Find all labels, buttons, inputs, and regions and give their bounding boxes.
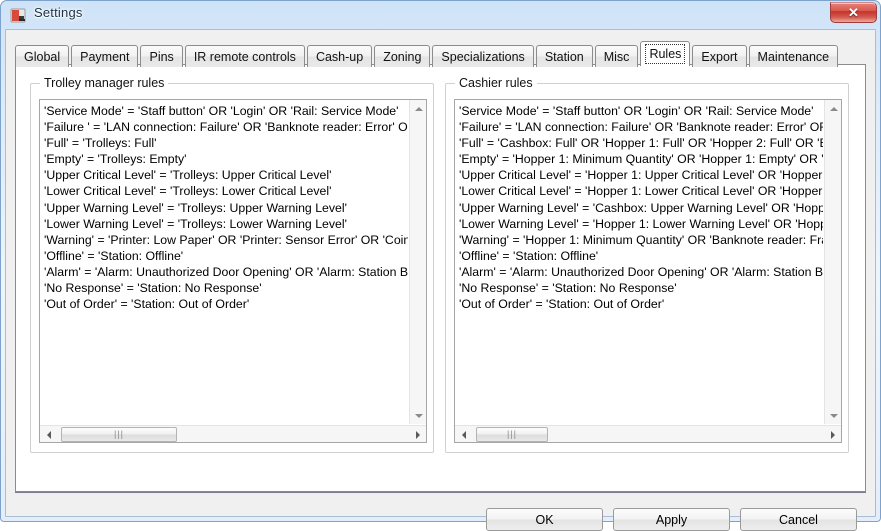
rule-line: 'Full' = 'Cashbox: Full' OR 'Hopper 1: F…: [459, 136, 823, 151]
close-icon: ✕: [848, 5, 859, 20]
tab-station[interactable]: Station: [535, 45, 593, 67]
scroll-up-arrow-icon[interactable]: [410, 100, 426, 117]
rule-line: 'Out of Order' = 'Station: Out of Order': [44, 297, 250, 312]
tab-specializations[interactable]: Specializations: [432, 45, 534, 67]
cancel-button[interactable]: Cancel: [740, 508, 857, 531]
ok-button-label: OK: [535, 512, 554, 527]
tab-ir-remote-controls[interactable]: IR remote controls: [184, 45, 305, 67]
scroll-right-arrow-icon[interactable]: [409, 426, 426, 442]
tab-global[interactable]: Global: [15, 45, 70, 67]
rule-line: 'Empty' = 'Hopper 1: Minimum Quantity' O…: [459, 152, 823, 167]
tab-export[interactable]: Export: [692, 45, 747, 67]
scroll-left-arrow-icon[interactable]: [455, 426, 472, 442]
app-icon: [10, 7, 27, 24]
group-title-trolley: Trolley manager rules: [40, 76, 169, 90]
tab-pins[interactable]: Pins: [140, 45, 183, 67]
tab-label: Global: [24, 49, 61, 64]
cancel-button-label: Cancel: [779, 512, 818, 527]
rule-line: 'Warning' = 'Hopper 1: Minimum Quantity'…: [459, 232, 823, 247]
rule-line: 'Lower Critical Level' = 'Trolleys: Lowe…: [44, 184, 332, 199]
tab-label: Payment: [80, 49, 130, 64]
scroll-thumb-grip: |||: [113, 429, 124, 439]
group-title-cashier: Cashier rules: [455, 76, 537, 90]
tab-rules[interactable]: Rules: [640, 41, 691, 66]
tab-label: Export: [701, 49, 738, 64]
scroll-left-arrow-icon[interactable]: [40, 426, 57, 442]
rule-line: 'Service Mode' = 'Staff button' OR 'Logi…: [459, 104, 814, 118]
tab-panel-rules: Trolley manager rules 'Service Mode' = '…: [15, 64, 866, 492]
scroll-up-arrow-icon[interactable]: [825, 100, 841, 117]
trolley-rules-textarea[interactable]: 'Service Mode' = 'Staff button' OR 'Logi…: [39, 99, 427, 443]
tab-label: IR remote controls: [193, 49, 296, 64]
rule-line: 'Upper Warning Level' = 'Cashbox: Upper …: [459, 200, 823, 215]
trolley-vertical-scrollbar[interactable]: [409, 100, 426, 424]
group-cashier-rules: Cashier rules 'Service Mode' = 'Staff bu…: [445, 76, 849, 453]
window-title: Settings: [34, 5, 83, 20]
tab-payment[interactable]: Payment: [71, 45, 139, 67]
trolley-rules-text: 'Service Mode' = 'Staff button' OR 'Logi…: [40, 100, 408, 424]
rule-line: 'Upper Critical Level' = 'Trolleys: Uppe…: [44, 168, 332, 183]
settings-window: Settings ✕ Global Payment Pins IR remote co…: [0, 0, 881, 531]
tab-label: Station: [544, 49, 584, 64]
rule-line: 'Offline' = 'Station: Offline': [44, 248, 184, 263]
tab-label: Cash-up: [315, 49, 364, 64]
trolley-hscroll-thumb[interactable]: |||: [61, 427, 177, 442]
trolley-horizontal-scrollbar[interactable]: |||: [40, 425, 426, 442]
cashier-rules-textarea[interactable]: 'Service Mode' = 'Staff button' OR 'Logi…: [454, 99, 842, 443]
rule-line: 'Warning' = 'Printer: Low Paper' OR 'Pri…: [44, 232, 408, 247]
tab-label: Specializations: [441, 49, 525, 64]
tab-label: Pins: [149, 49, 174, 64]
rule-line: 'Alarm' = 'Alarm: Unauthorized Door Open…: [44, 264, 408, 279]
rule-line: 'Full' = 'Trolleys: Full': [44, 136, 157, 151]
title-bar[interactable]: Settings ✕: [1, 1, 880, 29]
tab-label: Misc: [603, 49, 630, 64]
tab-maintenance[interactable]: Maintenance: [748, 45, 839, 67]
tab-zoning[interactable]: Zoning: [374, 45, 431, 67]
rule-line: 'Alarm' = 'Alarm: Unauthorized Door Open…: [459, 264, 823, 279]
rule-line: 'No Response' = 'Station: No Response': [459, 281, 677, 296]
rule-line: 'Offline' = 'Station: Offline': [459, 248, 599, 263]
rule-line: 'No Response' = 'Station: No Response': [44, 281, 262, 296]
rule-line: 'Empty' = 'Trolleys: Empty': [44, 152, 187, 167]
dialog-footer: OK Apply Cancel: [6, 493, 875, 531]
ok-button[interactable]: OK: [486, 508, 603, 531]
tab-label: Zoning: [383, 49, 422, 64]
scroll-thumb-grip: |||: [506, 429, 517, 439]
cashier-vertical-scrollbar[interactable]: [824, 100, 841, 424]
tab-cash-up[interactable]: Cash-up: [306, 45, 373, 67]
rule-line: 'Failure ' = 'LAN connection: Failure' O…: [44, 120, 408, 135]
dialog-client-area: Global Payment Pins IR remote controls Cash-…: [5, 29, 876, 531]
rule-line: 'Out of Order' = 'Station: Out of Order': [459, 297, 665, 312]
scroll-down-arrow-icon[interactable]: [410, 407, 426, 424]
tab-misc[interactable]: Misc: [594, 45, 639, 67]
apply-button-label: Apply: [655, 512, 688, 527]
tab-label: Rules: [645, 44, 686, 64]
cashier-rules-text: 'Service Mode' = 'Staff button' OR 'Logi…: [455, 100, 823, 424]
apply-button[interactable]: Apply: [613, 508, 730, 531]
rule-line: 'Upper Critical Level' = 'Hopper 1: Uppe…: [459, 168, 823, 183]
rule-line: 'Upper Warning Level' = 'Trolleys: Upper…: [44, 200, 347, 215]
tab-label: Maintenance: [757, 49, 830, 64]
rule-line: 'Failure' = 'LAN connection: Failure' OR…: [459, 120, 823, 135]
rule-line: 'Service Mode' = 'Staff button' OR 'Logi…: [44, 104, 399, 118]
scroll-down-arrow-icon[interactable]: [825, 407, 841, 424]
close-button[interactable]: ✕: [830, 2, 877, 23]
cashier-hscroll-thumb[interactable]: |||: [476, 427, 548, 442]
cashier-horizontal-scrollbar[interactable]: |||: [455, 425, 841, 442]
scroll-right-arrow-icon[interactable]: [824, 426, 841, 442]
rule-line: 'Lower Warning Level' = 'Hopper 1: Lower…: [459, 216, 823, 231]
tab-bar: Global Payment Pins IR remote controls Cash-…: [15, 41, 840, 67]
rule-line: 'Lower Warning Level' = 'Trolleys: Lower…: [44, 216, 347, 231]
rule-line: 'Lower Critical Level' = 'Hopper 1: Lowe…: [459, 184, 823, 199]
group-trolley-manager-rules: Trolley manager rules 'Service Mode' = '…: [30, 76, 434, 453]
